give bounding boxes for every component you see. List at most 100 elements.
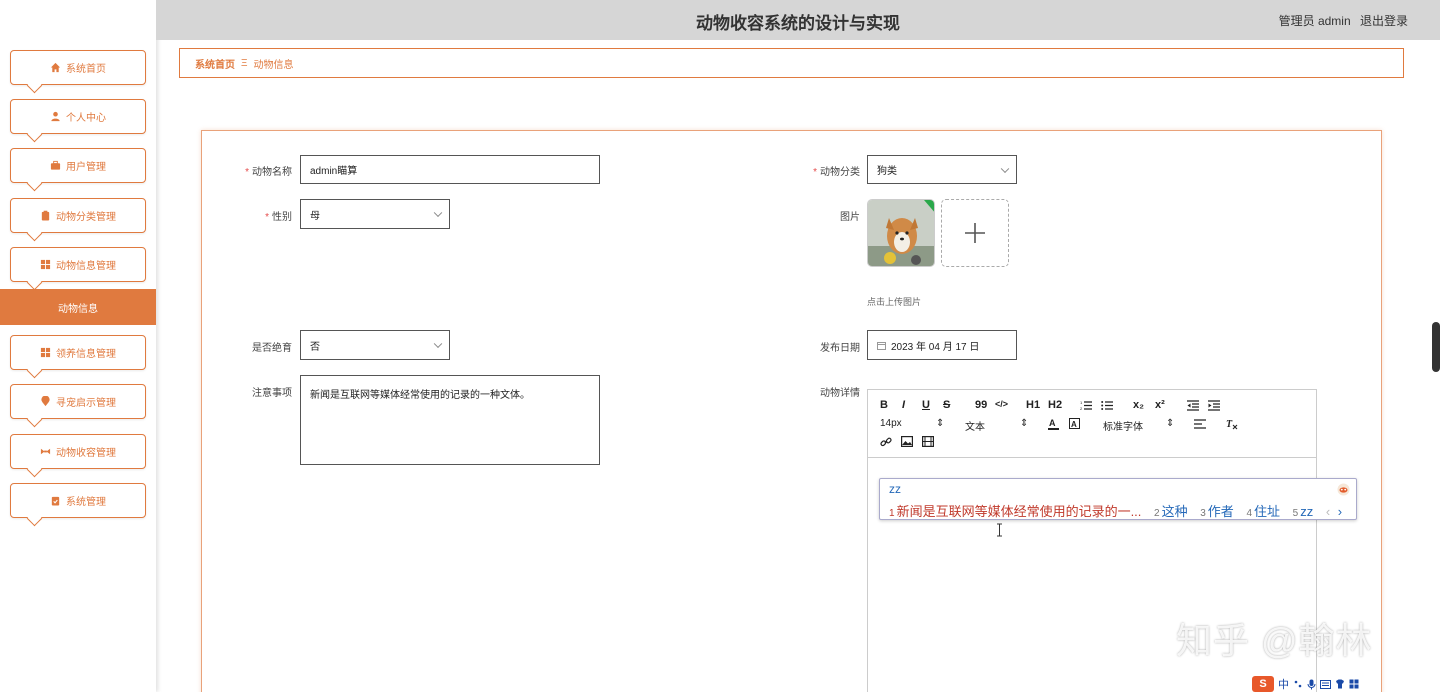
link-icon[interactable]: [880, 436, 892, 448]
sogou-logo-icon[interactable]: S: [1252, 676, 1274, 692]
chevron-down-icon: [433, 208, 443, 218]
ime-candidate[interactable]: 5 zz: [1293, 504, 1314, 519]
sidebar-item-label: 动物收容管理: [56, 448, 116, 459]
animal-image-thumbnail[interactable]: [867, 199, 935, 267]
sidebar-subitem-animal-info[interactable]: 动物信息: [0, 289, 156, 325]
name-field[interactable]: admin瞄算: [300, 155, 600, 184]
font-family-arrow-icon: ⇕: [1166, 418, 1175, 429]
sidebar-item-adoption-management[interactable]: 领养信息管理: [10, 335, 146, 370]
indent-icon[interactable]: [1208, 400, 1220, 411]
sidebar-item-label: 动物分类管理: [56, 212, 116, 223]
grid-icon: [40, 347, 51, 358]
sterilized-select[interactable]: 否: [300, 330, 450, 360]
sidebar-item-label: 寻宠启示管理: [56, 398, 116, 409]
breadcrumb-current: 动物信息: [253, 59, 294, 71]
sidebar-item-label: 动物信息管理: [56, 261, 116, 272]
code-block-button[interactable]: </>: [995, 399, 1008, 409]
keyboard-icon[interactable]: [1320, 679, 1331, 689]
clear-format-icon[interactable]: T: [1226, 418, 1238, 430]
superscript-button[interactable]: x²: [1155, 399, 1165, 411]
sidebar: 系统首页 个人中心 用户管理 动物分类管理 动物信息管理 动物信息 领养信息管理…: [0, 0, 156, 692]
watermark-text: 知乎 @翰林: [1176, 620, 1373, 661]
date-value: 2023 年 04 月 17 日: [891, 341, 980, 353]
toolbox-icon[interactable]: [1349, 679, 1359, 689]
detail-label: 动物详情: [820, 388, 860, 399]
svg-text:A: A: [1049, 418, 1056, 428]
sidebar-item-label: 系统首页: [66, 64, 106, 75]
grid-icon: [40, 259, 51, 270]
punctuation-icon[interactable]: [1293, 679, 1303, 689]
ime-next-page[interactable]: ›: [1338, 504, 1342, 519]
background-color-icon[interactable]: A: [1069, 418, 1080, 430]
sidebar-item-shelter-management[interactable]: 动物收容管理: [10, 434, 146, 469]
text-type-select[interactable]: 文本: [965, 418, 985, 433]
underline-button[interactable]: U: [922, 399, 930, 411]
clipboard-check-icon: [51, 496, 60, 506]
ime-skin-icon[interactable]: [1337, 483, 1350, 496]
gender-value: 母: [310, 210, 320, 222]
page-scrollbar-thumb[interactable]: [1432, 322, 1440, 372]
upload-add-button[interactable]: [941, 199, 1009, 267]
date-picker[interactable]: 2023 年 04 月 17 日: [867, 330, 1017, 360]
font-family-select[interactable]: 标准字体: [1103, 418, 1143, 433]
video-icon[interactable]: [922, 436, 934, 447]
heading2-button[interactable]: H2: [1048, 399, 1062, 411]
sidebar-item-label: 个人中心: [66, 113, 106, 124]
breadcrumb-home[interactable]: 系统首页: [195, 56, 235, 71]
sidebar-item-category-management[interactable]: 动物分类管理: [10, 198, 146, 233]
ime-candidate[interactable]: 1 新闻是互联网等媒体经常使用的记录的一...: [889, 504, 1141, 519]
sidebar-item-label: 用户管理: [66, 162, 106, 173]
skin-icon[interactable]: [1335, 679, 1345, 689]
ime-prev-page[interactable]: ‹: [1326, 504, 1330, 519]
notes-label: 注意事项: [252, 388, 292, 399]
chevron-down-icon: [433, 339, 443, 349]
logout-link[interactable]: 退出登录: [1360, 14, 1408, 28]
category-value: 狗类: [877, 166, 897, 177]
microphone-icon[interactable]: [1307, 679, 1316, 690]
breadcrumb: 系统首页 Ξ 动物信息: [179, 48, 1404, 78]
align-icon[interactable]: [1194, 419, 1206, 429]
clipboard-icon: [41, 210, 50, 221]
sidebar-item-lost-pet-management[interactable]: 寻宠启示管理: [10, 384, 146, 419]
strike-button[interactable]: S: [943, 399, 950, 411]
location-icon: [41, 396, 50, 407]
gender-select[interactable]: 母: [300, 199, 450, 229]
editor-toolbar: B I U S 99 </> H1 H2 12 x₂ x² 14px ⇕ 文本 …: [868, 390, 1316, 458]
ordered-list-icon[interactable]: 12: [1080, 400, 1092, 411]
upload-tip: 点击上传图片: [867, 297, 922, 307]
svg-text:A: A: [1071, 420, 1077, 429]
header: 动物收容系统的设计与实现 管理员 admin 退出登录: [156, 0, 1440, 40]
image-icon[interactable]: [901, 436, 913, 447]
heading1-button[interactable]: H1: [1026, 399, 1040, 411]
sidebar-item-label: 系统管理: [66, 497, 106, 508]
sidebar-item-home[interactable]: 系统首页: [10, 50, 146, 85]
ime-candidate[interactable]: 4 住址: [1246, 504, 1280, 519]
shelter-icon: [40, 448, 51, 455]
sidebar-item-user-management[interactable]: 用户管理: [10, 148, 146, 183]
ime-candidate[interactable]: 3 作者: [1200, 504, 1234, 519]
home-icon: [50, 62, 61, 73]
notes-value: 新闻是互联网等媒体经常使用的记录的一种文体。: [310, 390, 530, 401]
italic-button[interactable]: I: [902, 399, 905, 411]
sidebar-item-label: 领养信息管理: [56, 349, 116, 360]
category-select[interactable]: 狗类: [867, 155, 1017, 184]
ime-mode[interactable]: 中: [1278, 676, 1289, 692]
breadcrumb-separator: Ξ: [241, 57, 248, 69]
sidebar-item-label: 动物信息: [58, 303, 98, 315]
bold-button[interactable]: B: [880, 399, 888, 411]
font-size-select[interactable]: 14px: [880, 418, 902, 429]
calendar-icon: [877, 341, 886, 350]
outdent-icon[interactable]: [1187, 400, 1199, 411]
sidebar-item-animal-info-management[interactable]: 动物信息管理: [10, 247, 146, 282]
ime-candidate[interactable]: 2 这种: [1154, 504, 1188, 519]
font-color-icon[interactable]: A: [1048, 418, 1059, 430]
subscript-button[interactable]: x₂: [1133, 399, 1144, 411]
bullet-list-icon[interactable]: [1101, 400, 1113, 411]
sidebar-item-system-management[interactable]: 系统管理: [10, 483, 146, 518]
blockquote-button[interactable]: 99: [975, 399, 987, 411]
notes-textarea[interactable]: 新闻是互联网等媒体经常使用的记录的一种文体。: [300, 375, 600, 465]
plus-icon: [965, 223, 985, 243]
sidebar-item-personal-center[interactable]: 个人中心: [10, 99, 146, 134]
text-type-arrow-icon: ⇕: [1020, 418, 1029, 429]
sterilized-label: 是否绝育: [252, 343, 292, 354]
